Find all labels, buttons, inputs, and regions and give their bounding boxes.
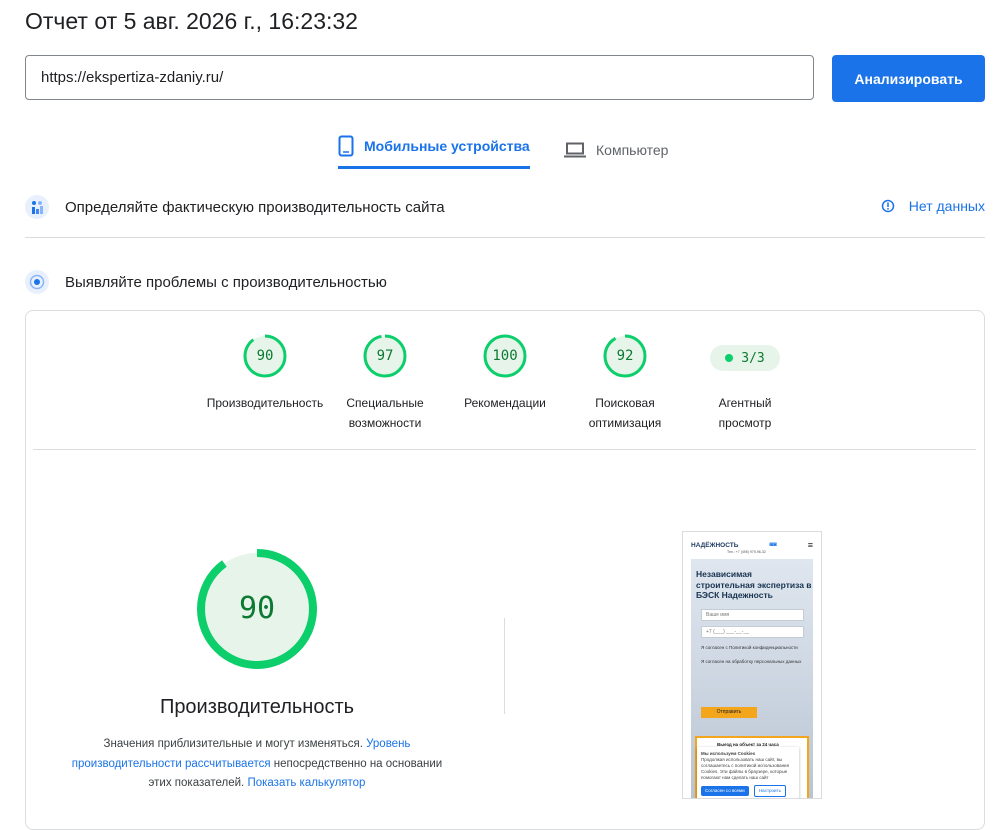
score-label: Поисковая оптимизация <box>588 396 662 430</box>
preview-consent-1: Я согласен с Политикой конфиденциальност… <box>701 645 798 650</box>
tab-mobile[interactable]: Мобильные устройства <box>338 132 530 169</box>
score-agentic[interactable]: 3/3 Агентный просмотр <box>685 334 805 433</box>
preview-consent-2: Я согласен на обработку персональных дан… <box>701 659 802 664</box>
page-title: Отчет от 5 авг. 2026 г., 16:23:32 <box>25 8 358 34</box>
performance-title: Производительность <box>159 696 355 718</box>
cookie-text: Продолжая использовать наш сайт, вы согл… <box>701 757 790 780</box>
preview-hero: Независимая строительная экспертиза в БЭ… <box>691 559 813 798</box>
agent-value: 3/3 <box>741 350 765 366</box>
score-best-practices[interactable]: 100 Рекомендации <box>445 334 565 413</box>
tab-desktop[interactable]: Компьютер <box>564 132 668 174</box>
no-data-indicator[interactable]: Нет данных <box>881 198 985 214</box>
performance-description: Значения приблизительные и могут изменят… <box>71 738 443 789</box>
preview-cookie-banner: Мы используем Cookies Продолжая использо… <box>697 747 799 798</box>
tab-mobile-label: Мобильные устройства <box>364 138 530 154</box>
agent-pill: 3/3 <box>710 345 780 371</box>
preview-card-title: Выезд на объект за 24 часа <box>717 742 779 747</box>
users-chart-icon <box>25 195 49 219</box>
cookie-settings: Настроить <box>753 785 786 797</box>
score-gauge: 100 <box>483 334 527 378</box>
url-input[interactable] <box>26 56 813 99</box>
smartphone-icon <box>338 135 354 157</box>
card-divider <box>33 449 976 450</box>
score-accessibility[interactable]: 97 Специальные возможности <box>325 334 445 433</box>
no-data-label: Нет данных <box>908 198 985 214</box>
cookie-accept: Согласен со всеми <box>701 786 749 796</box>
info-icon <box>881 199 895 213</box>
preview-send-button: Отправить <box>701 707 757 718</box>
score-seo[interactable]: 92 Поисковая оптимизация <box>565 334 685 433</box>
score-label: Производительность <box>206 396 324 410</box>
field-data-row: Определяйте фактическую производительнос… <box>25 195 985 219</box>
score-label: Специальные возможности <box>346 396 424 430</box>
vertical-divider <box>504 618 505 714</box>
pass-dot-icon <box>725 354 734 362</box>
preview-name-field: Ваше имя <box>701 609 804 621</box>
laptop-icon <box>564 142 586 158</box>
score-value: 92 <box>616 348 634 364</box>
score-value: 90 <box>256 348 274 364</box>
score-value: 100 <box>492 348 518 364</box>
menu-icon: ≡ <box>807 540 813 550</box>
performance-score: 90 <box>238 591 276 626</box>
preview-logo: НАДЁЖНОСТЬ <box>691 541 739 549</box>
page-screenshot-preview: НАДЁЖНОСТЬ ◙◙ ≡ Тел.: +7 (495) 979-96-32… <box>682 531 822 799</box>
score-label: Рекомендации <box>464 396 546 410</box>
score-performance[interactable]: 90 Производительность <box>205 334 325 413</box>
target-icon <box>25 270 49 294</box>
field-data-label: Определяйте фактическую производительнос… <box>65 198 445 216</box>
lab-data-label: Выявляйте проблемы с производительностью <box>65 273 387 291</box>
performance-gauge: 90 <box>196 548 318 670</box>
score-value: 97 <box>376 348 394 364</box>
preview-header: НАДЁЖНОСТЬ ◙◙ ≡ <box>683 532 821 558</box>
preview-phone: Тел.: +7 (495) 979-96-32 <box>727 550 766 554</box>
score-gauge: 97 <box>363 334 407 378</box>
lab-data-row: Выявляйте проблемы с производительностью <box>25 270 985 294</box>
score-gauge: 92 <box>603 334 647 378</box>
preview-headline: Независимая строительная экспертиза в БЭ… <box>696 569 812 600</box>
preview-phone-field: +7 (___) ___-__-__ <box>701 626 804 638</box>
score-gauge: 90 <box>243 334 287 378</box>
analyze-button[interactable]: Анализировать <box>832 55 985 102</box>
tab-desktop-label: Компьютер <box>596 142 669 158</box>
calculator-link[interactable]: Показать калькулятор <box>247 777 365 789</box>
messenger-icon: ◙◙ <box>769 542 777 548</box>
score-label: Агентный просмотр <box>718 396 772 430</box>
section-divider <box>25 237 985 238</box>
url-input-box[interactable] <box>25 55 814 100</box>
